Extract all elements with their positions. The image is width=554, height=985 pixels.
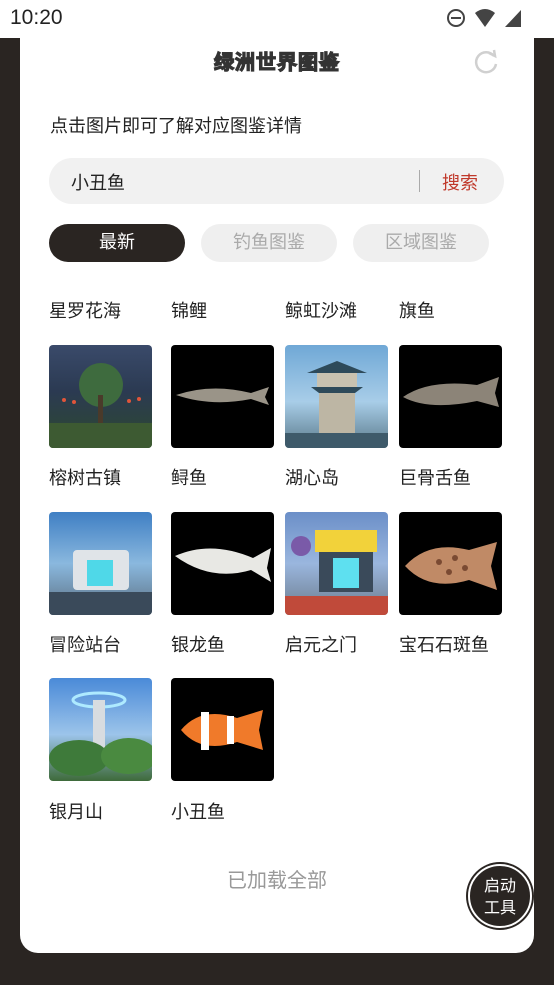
dnd-icon	[447, 9, 465, 27]
item-label[interactable]: 旗鱼	[399, 297, 435, 323]
clownfish-image[interactable]	[171, 678, 274, 781]
page-title: 绿洲世界图鉴	[213, 49, 340, 74]
status-time: 10:20	[10, 6, 63, 29]
search-button[interactable]: 搜索	[442, 169, 478, 195]
signal-icon	[505, 10, 521, 27]
item-label[interactable]: 银龙鱼	[171, 631, 225, 657]
load-complete-text: 已加载全部	[227, 868, 327, 892]
item-label[interactable]: 启元之门	[285, 631, 357, 657]
tab-latest[interactable]: 最新	[49, 224, 185, 262]
fab-label-line1: 启动	[483, 876, 516, 895]
arapaima-image[interactable]	[399, 345, 502, 448]
item-label[interactable]: 巨骨舌鱼	[399, 464, 471, 490]
gate-image[interactable]	[285, 512, 388, 615]
item-label[interactable]: 银月山	[49, 798, 103, 824]
fab-label-line2: 工具	[483, 898, 516, 917]
wifi-icon	[475, 9, 495, 27]
silver-arowana-image[interactable]	[171, 512, 274, 615]
item-label[interactable]: 星罗花海	[49, 297, 121, 323]
pagoda-image[interactable]	[285, 345, 388, 448]
tab-fishing[interactable]: 钓鱼图鉴	[201, 224, 337, 262]
sturgeon-image[interactable]	[171, 345, 274, 448]
refresh-icon[interactable]	[472, 48, 500, 76]
adventure-platform-image[interactable]	[49, 512, 152, 615]
hint-text: 点击图片即可了解对应图鉴详情	[50, 116, 302, 137]
search-bar: 小丑鱼 搜索	[49, 158, 504, 204]
item-label[interactable]: 锦鲤	[171, 297, 207, 323]
item-label[interactable]: 冒险站台	[49, 631, 121, 657]
item-label[interactable]: 小丑鱼	[171, 798, 225, 824]
tab-region[interactable]: 区域图鉴	[353, 224, 489, 262]
search-divider	[419, 170, 420, 192]
status-bar: 10:20	[0, 0, 554, 38]
status-icons	[446, 8, 522, 28]
item-label[interactable]: 榕树古镇	[49, 464, 121, 490]
grouper-image[interactable]	[399, 512, 502, 615]
silver-moon-mountain-image[interactable]	[49, 678, 152, 781]
main-card: 绿洲世界图鉴 点击图片即可了解对应图鉴详情 小丑鱼 搜索 最新 钓鱼图鉴 区域图…	[20, 38, 534, 953]
item-label[interactable]: 鲸虹沙滩	[285, 297, 357, 323]
search-input[interactable]: 小丑鱼	[71, 169, 125, 195]
item-label[interactable]: 湖心岛	[285, 464, 339, 490]
item-label[interactable]: 鲟鱼	[171, 464, 207, 490]
night-town-image[interactable]	[49, 345, 152, 448]
item-label[interactable]: 宝石石斑鱼	[399, 631, 489, 657]
launch-tool-button[interactable]: 启动 工具	[468, 864, 532, 928]
